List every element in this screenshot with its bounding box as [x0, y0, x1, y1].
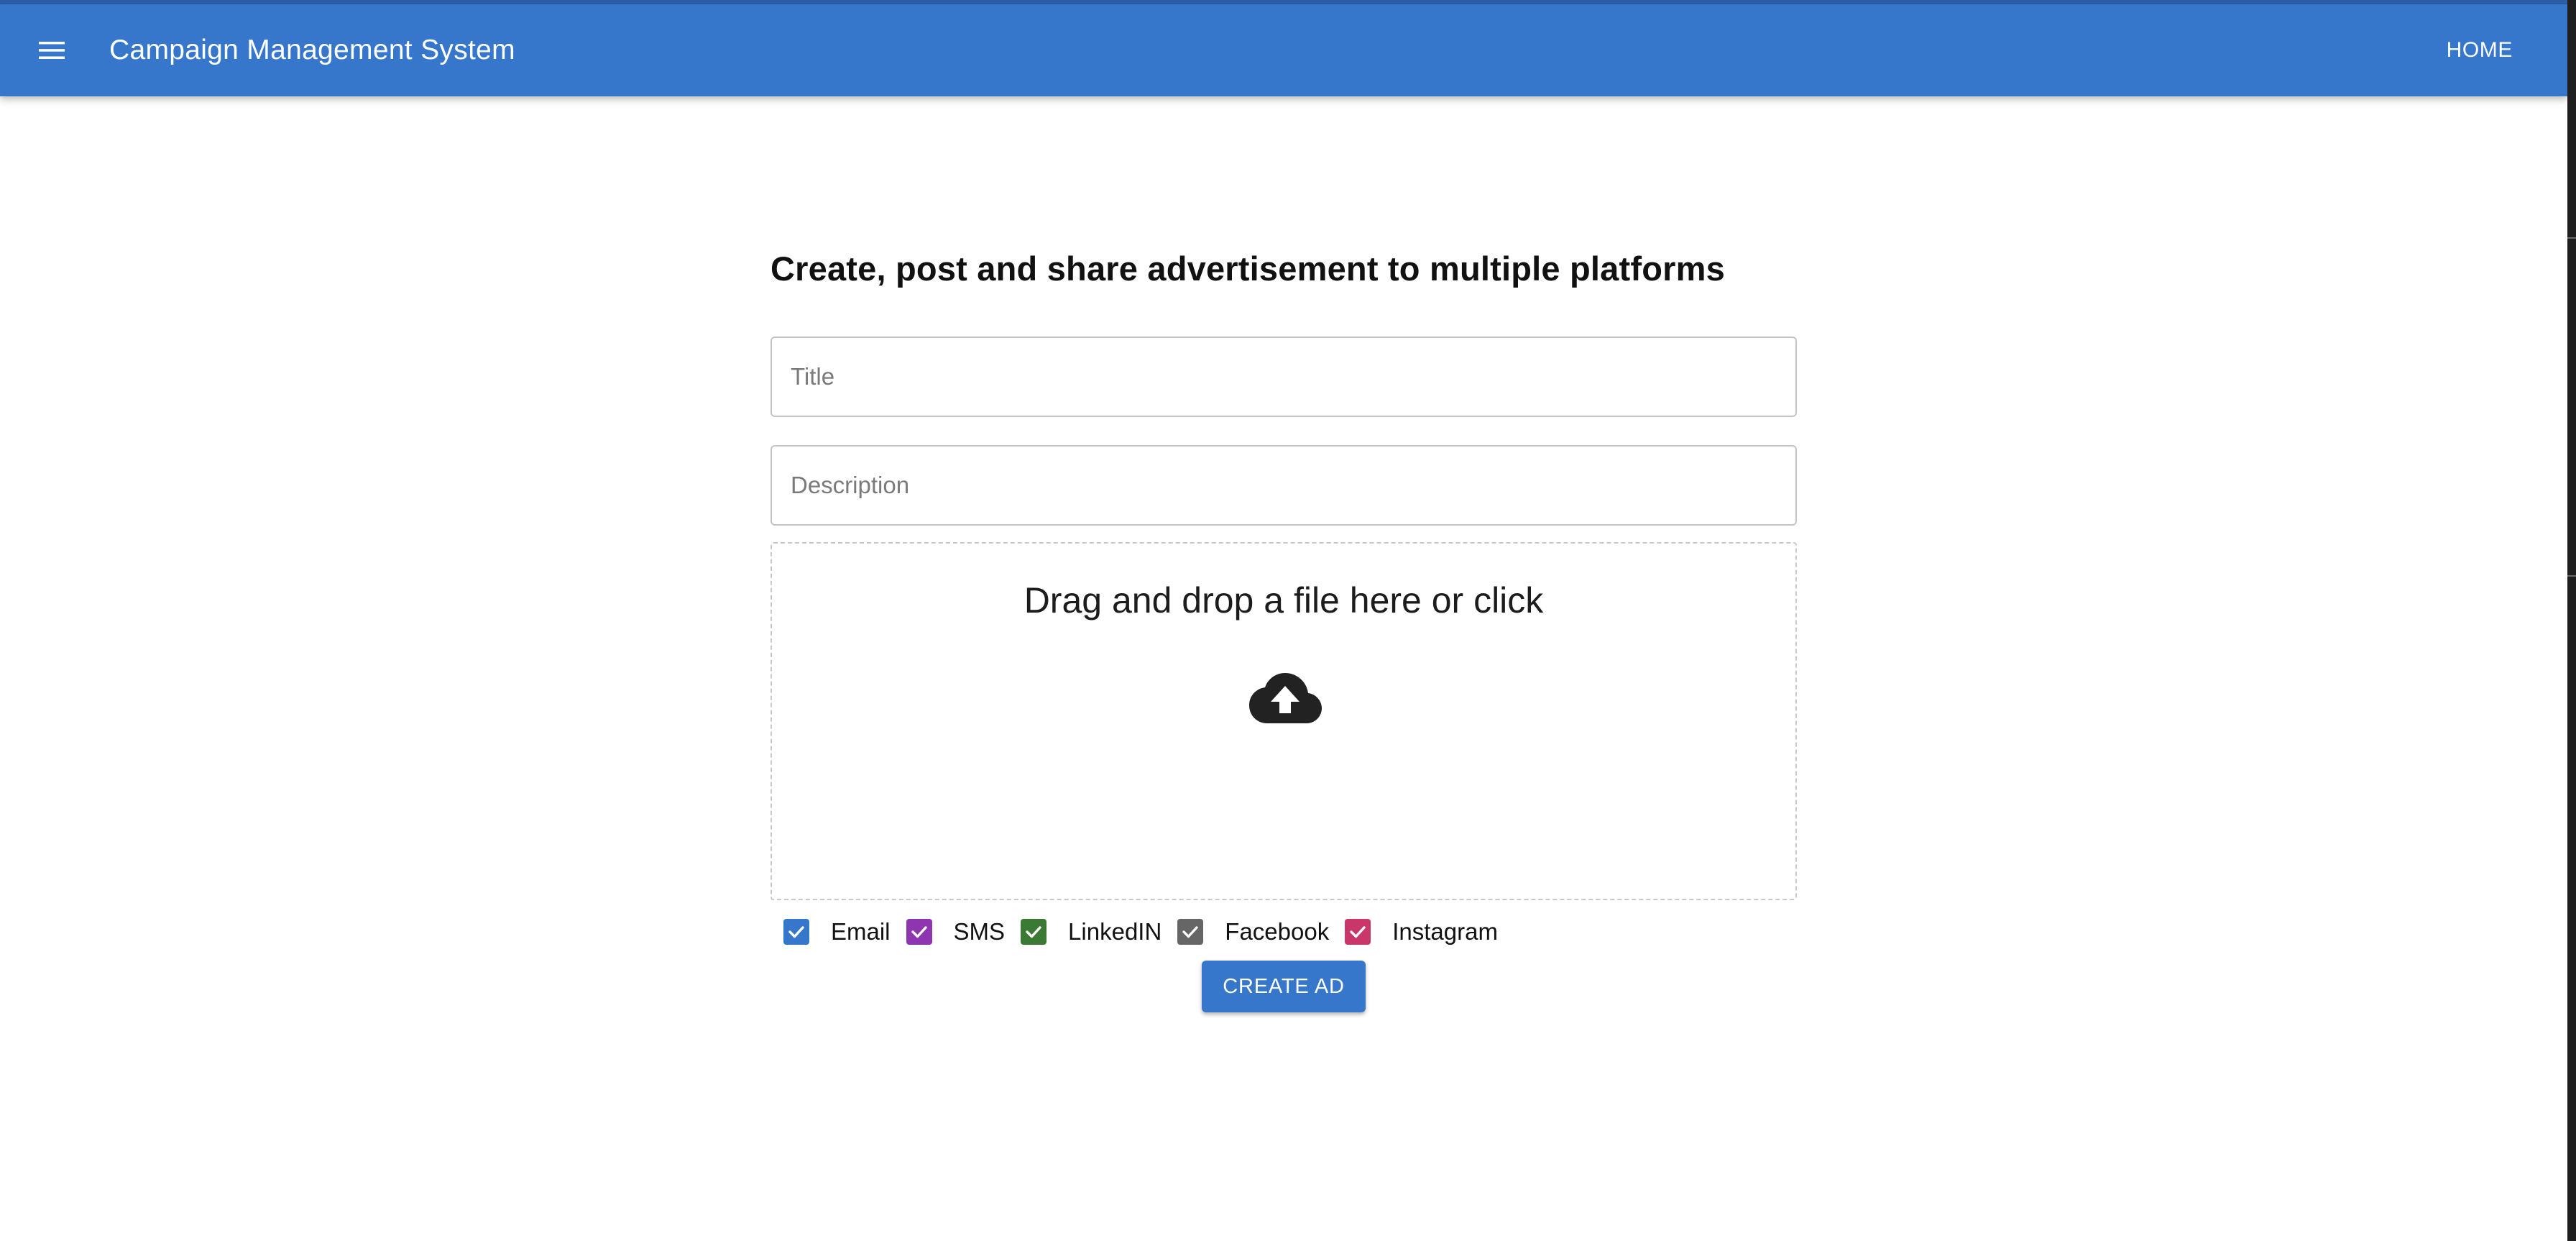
sms-checkbox[interactable] [906, 919, 932, 945]
scrollbar[interactable] [2567, 0, 2576, 1241]
dropzone-text: Drag and drop a file here or click [1024, 580, 1544, 620]
page-heading: Create, post and share advertisement to … [770, 249, 1725, 288]
create-ad-form: Create, post and share advertisement to … [770, 249, 1797, 1012]
channel-checkbox-group: Email SMS LinkedIN Facebook Instagram [783, 912, 1514, 952]
cloud-upload-icon [1249, 673, 1322, 723]
sms-label: SMS [953, 918, 1006, 945]
channel-linkedin[interactable]: LinkedIN [1021, 918, 1177, 945]
app-title: Campaign Management System [109, 35, 515, 65]
linkedin-checkbox[interactable] [1021, 919, 1047, 945]
checkmark-icon [911, 926, 927, 938]
title-input[interactable] [772, 338, 1795, 416]
linkedin-label: LinkedIN [1068, 918, 1162, 945]
description-field[interactable] [770, 445, 1797, 526]
email-checkbox[interactable] [783, 919, 809, 945]
checkmark-icon [1182, 926, 1198, 938]
checkmark-icon [1026, 926, 1041, 938]
create-ad-button[interactable]: CREATE AD [1202, 961, 1366, 1012]
menu-button[interactable] [29, 27, 75, 73]
checkmark-icon [1350, 926, 1366, 938]
checkmark-icon [788, 926, 804, 938]
facebook-label: Facebook [1225, 918, 1330, 945]
menu-icon [39, 42, 65, 59]
email-label: Email [831, 918, 891, 945]
instagram-checkbox[interactable] [1345, 919, 1371, 945]
channel-email[interactable]: Email [783, 918, 906, 945]
channel-instagram[interactable]: Instagram [1345, 918, 1514, 945]
page: Campaign Management System HOME Create, … [0, 0, 2576, 1241]
instagram-label: Instagram [1392, 918, 1498, 945]
channel-facebook[interactable]: Facebook [1177, 918, 1345, 945]
description-input[interactable] [772, 447, 1795, 524]
home-button[interactable]: HOME [2447, 4, 2513, 96]
file-dropzone[interactable]: Drag and drop a file here or click [770, 542, 1797, 900]
title-field[interactable] [770, 336, 1797, 417]
facebook-checkbox[interactable] [1177, 919, 1204, 945]
channel-sms[interactable]: SMS [906, 918, 1021, 945]
app-bar: Campaign Management System HOME [0, 4, 2567, 96]
